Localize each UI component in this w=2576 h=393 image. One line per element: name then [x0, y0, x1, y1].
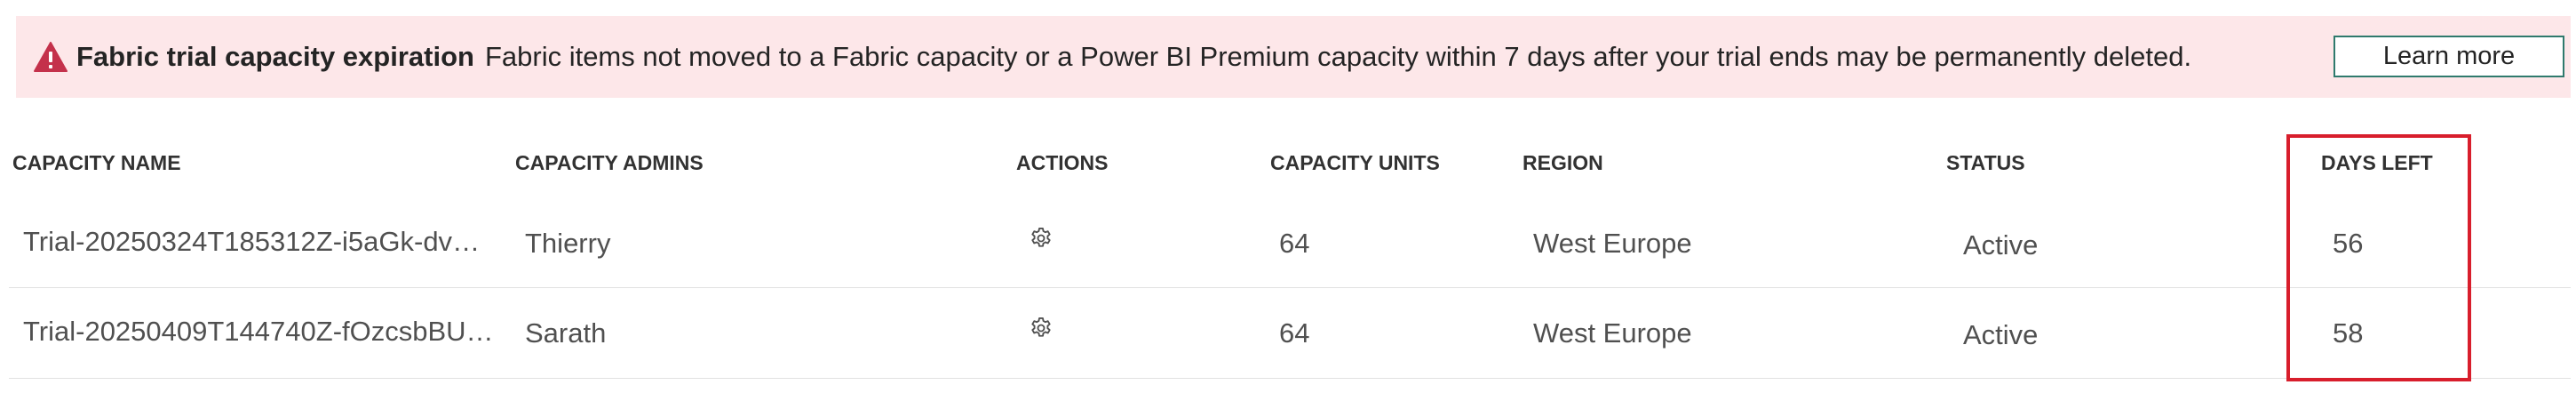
cell-capacity-admins: Thierry: [525, 228, 611, 259]
cell-region: West Europe: [1533, 228, 1692, 259]
cell-region: West Europe: [1533, 317, 1692, 349]
header-capacity-admins[interactable]: CAPACITY ADMINS: [515, 151, 704, 175]
trial-expiration-banner: Fabric trial capacity expiration Fabric i…: [16, 16, 2571, 98]
warning-icon: [34, 42, 68, 72]
cell-capacity-name[interactable]: Trial-20250409T144740Z-fOzcsbBU0...: [23, 316, 494, 348]
cell-status: Active: [1963, 229, 2039, 261]
banner-text: Fabric trial capacity expiration Fabric i…: [76, 16, 2191, 98]
gear-icon[interactable]: [1029, 226, 1053, 251]
header-capacity-units[interactable]: CAPACITY UNITS: [1270, 151, 1440, 175]
cell-capacity-units: 64: [1279, 317, 1310, 349]
header-status[interactable]: STATUS: [1946, 151, 2025, 175]
row-divider: [9, 287, 2571, 288]
days-left-highlight-box: [2286, 134, 2471, 381]
cell-capacity-name[interactable]: Trial-20250324T185312Z-i5aGk-dvC...: [23, 226, 494, 258]
learn-more-button[interactable]: Learn more: [2334, 36, 2564, 77]
banner-title: Fabric trial capacity expiration: [76, 41, 474, 72]
gear-icon[interactable]: [1029, 316, 1053, 341]
header-capacity-name[interactable]: CAPACITY NAME: [12, 151, 181, 175]
banner-message: Fabric items not moved to a Fabric capac…: [484, 41, 2192, 72]
row-divider: [9, 378, 2571, 379]
header-region[interactable]: REGION: [1523, 151, 1603, 175]
cell-status: Active: [1963, 319, 2039, 350]
header-actions: ACTIONS: [1016, 151, 1109, 174]
cell-capacity-units: 64: [1279, 228, 1310, 259]
cell-capacity-admins: Sarath: [525, 317, 607, 349]
